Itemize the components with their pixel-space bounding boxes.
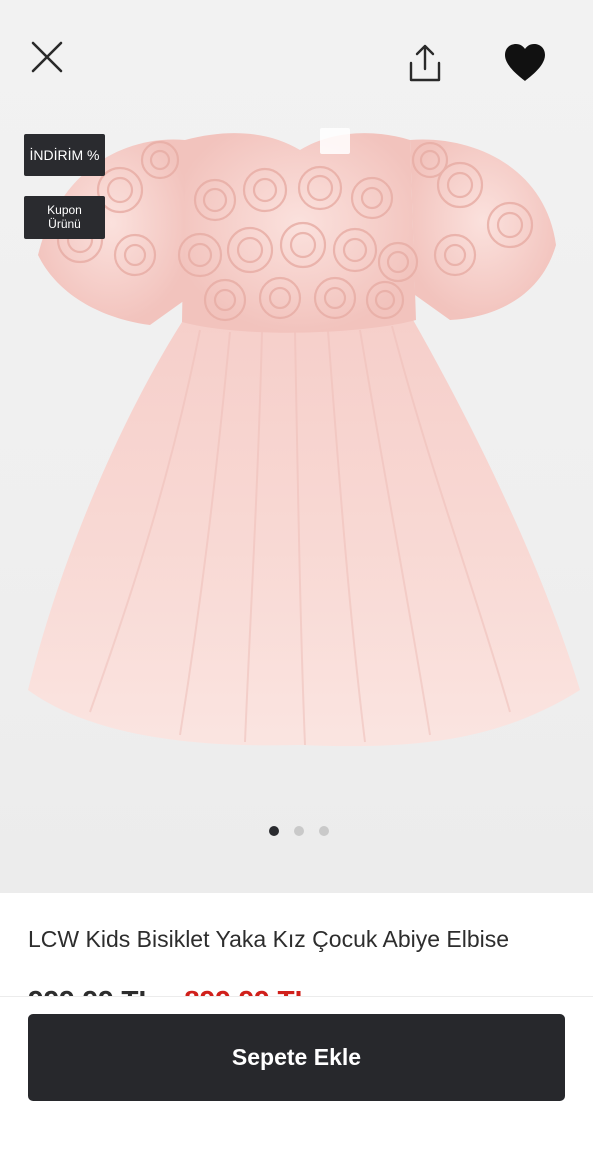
close-button[interactable] [22,34,72,80]
coupon-badge: Kupon Ürünü [24,196,105,239]
share-button[interactable] [400,38,450,88]
pagination-dot-3[interactable] [318,826,329,836]
pagination-dot-1[interactable] [268,826,279,836]
coupon-badge-line1: Kupon [47,202,82,217]
discount-badge-label: İNDİRİM % [29,146,100,163]
pagination-dot-2[interactable] [293,826,304,836]
add-to-cart-button[interactable]: Sepete Ekle [28,1014,565,1101]
product-title: LCW Kids Bisiklet Yaka Kız Çocuk Abiye E… [28,926,510,952]
bottom-action-bar: Sepete Ekle [0,996,593,1157]
coupon-badge-line2: Ürünü [48,216,81,231]
favorite-button[interactable] [498,38,552,88]
heart-icon [505,44,545,81]
discount-badge: İNDİRİM % [24,134,105,176]
close-icon [31,41,63,73]
share-icon [409,44,441,82]
gallery-pagination [0,826,593,838]
product-image-gallery[interactable]: İNDİRİM % Kupon Ürünü [0,0,593,893]
product-detail-screen: İNDİRİM % Kupon Ürünü LCW Kids Bisiklet … [0,0,593,1157]
